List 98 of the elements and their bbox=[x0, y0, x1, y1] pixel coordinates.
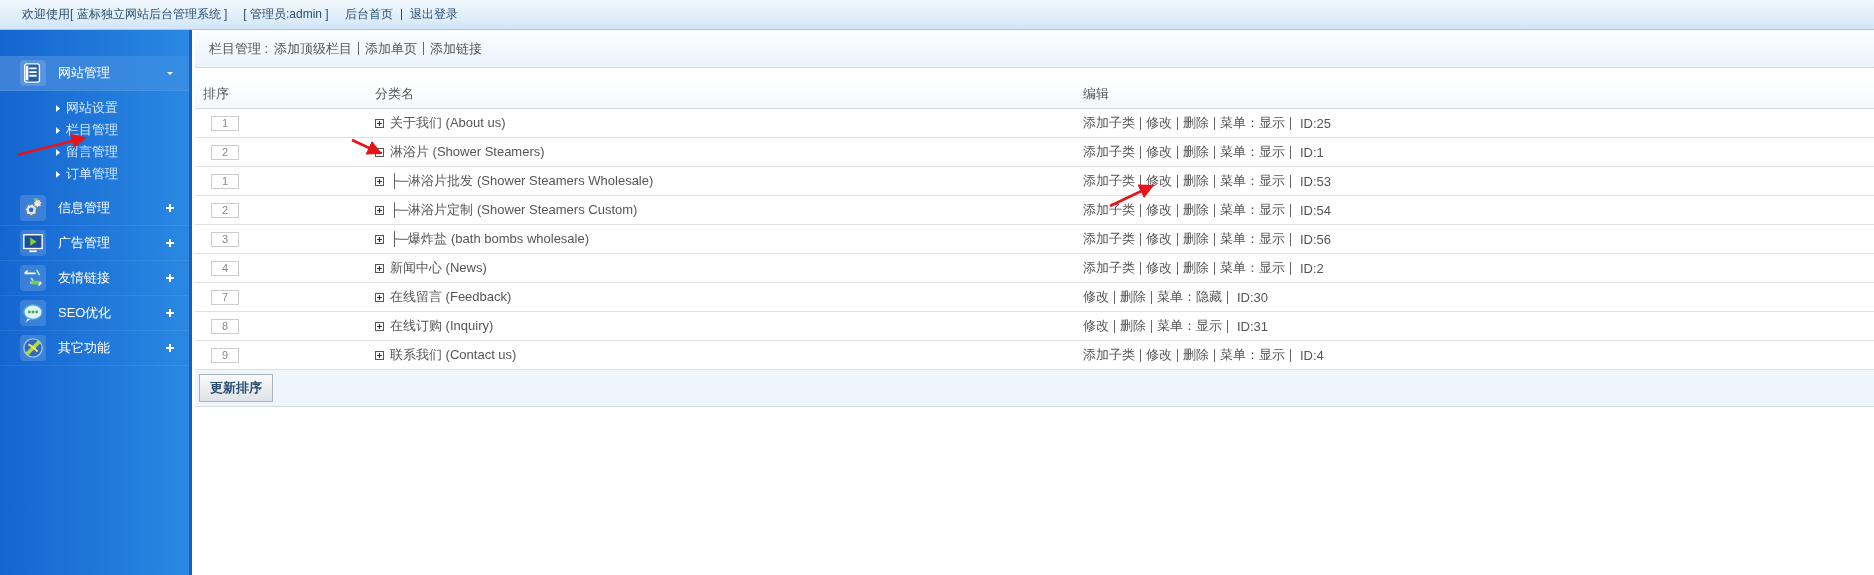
category-name: 新闻中心 (News) bbox=[390, 259, 487, 277]
action-link[interactable]: 修改 bbox=[1146, 114, 1172, 132]
action-link[interactable]: 删除 bbox=[1183, 201, 1209, 219]
collapse-icon[interactable] bbox=[375, 147, 384, 157]
chevron-icon bbox=[56, 148, 60, 156]
order-field[interactable]: 1 bbox=[211, 173, 239, 189]
welcome-text: 欢迎使用[ 蓝标独立网站后台管理系统 ] bbox=[22, 6, 228, 23]
submenu-item[interactable]: 订单管理 bbox=[56, 163, 189, 185]
category-name: 关于我们 (About us) bbox=[390, 114, 506, 132]
category-name: ├─爆炸盐 (bath bombs wholesale) bbox=[390, 230, 590, 248]
chevron-icon bbox=[56, 170, 60, 178]
expand-icon[interactable] bbox=[375, 350, 384, 360]
top-link[interactable]: 退出登录 bbox=[409, 6, 458, 23]
action-link[interactable]: 菜单：显示 bbox=[1157, 317, 1222, 335]
order-field[interactable]: 7 bbox=[211, 289, 239, 305]
category-name: ├─淋浴片定制 (Shower Steamers Custom) bbox=[390, 201, 638, 219]
action-link[interactable]: 添加子类 bbox=[1083, 114, 1135, 132]
category-name: 在线订购 (Inquiry) bbox=[390, 317, 494, 335]
action-link[interactable]: 修改 bbox=[1146, 201, 1172, 219]
menu-icon bbox=[20, 300, 46, 326]
menu-group[interactable]: 其它功能 bbox=[0, 331, 189, 366]
order-field[interactable]: 1 bbox=[211, 115, 239, 131]
top-link[interactable]: 后台首页 bbox=[344, 6, 393, 23]
id-label: ID:1 bbox=[1300, 144, 1324, 160]
expand-icon[interactable] bbox=[375, 118, 384, 128]
submenu-item[interactable]: 网站设置 bbox=[56, 97, 189, 119]
expand-icon[interactable] bbox=[375, 292, 384, 302]
expand-icon[interactable] bbox=[375, 205, 384, 215]
action-link[interactable]: 菜单：显示 bbox=[1220, 172, 1285, 190]
category-name: ├─淋浴片批发 (Shower Steamers Wholesale) bbox=[390, 172, 654, 190]
expand-icon[interactable] bbox=[375, 234, 384, 244]
expand-icon[interactable] bbox=[375, 263, 384, 273]
menu-group[interactable]: 信息管理 bbox=[0, 191, 189, 226]
category-name: 淋浴片 (Shower Steamers) bbox=[390, 143, 545, 161]
action-link[interactable]: 修改 bbox=[1083, 317, 1109, 335]
id-label: ID:25 bbox=[1300, 115, 1332, 131]
id-label: ID:4 bbox=[1300, 347, 1324, 363]
action-link[interactable]: 修改 bbox=[1146, 259, 1172, 277]
id-label: ID:53 bbox=[1300, 173, 1332, 189]
section-title: 栏目管理 : bbox=[209, 39, 269, 58]
action-link[interactable]: 删除 bbox=[1183, 143, 1209, 161]
submenu-item[interactable]: 栏目管理 bbox=[56, 119, 189, 141]
expand-icon[interactable] bbox=[375, 176, 384, 186]
action-link[interactable]: 菜单：显示 bbox=[1220, 346, 1285, 364]
order-field[interactable]: 2 bbox=[211, 144, 239, 160]
action-link[interactable]: 菜单：显示 bbox=[1220, 143, 1285, 161]
menu-group[interactable]: SEO优化 bbox=[0, 296, 189, 331]
action-link[interactable]: 添加子类 bbox=[1083, 346, 1135, 364]
action-link[interactable]: 菜单：隐藏 bbox=[1157, 288, 1222, 306]
action-link[interactable]: 添加顶级栏目 bbox=[274, 39, 353, 58]
admin-label: [ 管理员:admin ] bbox=[243, 6, 329, 23]
order-field[interactable]: 2 bbox=[211, 202, 239, 218]
id-label: ID:30 bbox=[1237, 289, 1269, 305]
order-field[interactable]: 4 bbox=[211, 260, 239, 276]
action-link[interactable]: 菜单：显示 bbox=[1220, 201, 1285, 219]
chevron-icon bbox=[56, 104, 60, 112]
action-link[interactable]: 修改 bbox=[1146, 143, 1172, 161]
action-link[interactable]: 删除 bbox=[1183, 172, 1209, 190]
action-link[interactable]: 添加子类 bbox=[1083, 172, 1135, 190]
menu-group[interactable]: 网站管理 bbox=[0, 56, 189, 91]
menu-group[interactable]: 友情链接 bbox=[0, 261, 189, 296]
id-label: ID:31 bbox=[1237, 318, 1269, 334]
order-field[interactable]: 9 bbox=[211, 347, 239, 363]
action-link[interactable]: 删除 bbox=[1183, 114, 1209, 132]
action-link[interactable]: 修改 bbox=[1083, 288, 1109, 306]
order-field[interactable]: 3 bbox=[211, 231, 239, 247]
id-label: ID:54 bbox=[1300, 202, 1332, 218]
action-link[interactable]: 菜单：显示 bbox=[1220, 114, 1285, 132]
menu-icon bbox=[20, 60, 46, 86]
menu-icon bbox=[20, 230, 46, 256]
action-link[interactable]: 删除 bbox=[1183, 259, 1209, 277]
expand-icon[interactable] bbox=[375, 321, 384, 331]
menu-icon bbox=[20, 265, 46, 291]
action-link[interactable]: 菜单：显示 bbox=[1220, 259, 1285, 277]
action-link[interactable]: 添加子类 bbox=[1083, 259, 1135, 277]
action-link[interactable]: 添加子类 bbox=[1083, 143, 1135, 161]
action-link[interactable]: 添加子类 bbox=[1083, 230, 1135, 248]
category-name: 在线留言 (Feedback) bbox=[390, 288, 512, 306]
category-name: 联系我们 (Contact us) bbox=[390, 346, 517, 364]
action-link[interactable]: 添加单页 bbox=[365, 39, 418, 58]
action-link[interactable]: 删除 bbox=[1120, 288, 1146, 306]
action-link[interactable]: 删除 bbox=[1183, 230, 1209, 248]
menu-icon bbox=[20, 195, 46, 221]
action-link[interactable]: 修改 bbox=[1146, 230, 1172, 248]
action-link[interactable]: 删除 bbox=[1120, 317, 1146, 335]
menu-group[interactable]: 广告管理 bbox=[0, 226, 189, 261]
annotation-arrow bbox=[351, 138, 383, 155]
order-field[interactable]: 8 bbox=[211, 318, 239, 334]
menu-icon bbox=[20, 335, 46, 361]
chevron-icon bbox=[56, 126, 60, 134]
id-label: ID:2 bbox=[1300, 260, 1324, 276]
action-link[interactable]: 添加链接 bbox=[430, 39, 483, 58]
action-link[interactable]: 修改 bbox=[1146, 346, 1172, 364]
action-link[interactable]: 菜单：显示 bbox=[1220, 230, 1285, 248]
update-order-button[interactable]: 更新排序 bbox=[199, 374, 273, 402]
action-link[interactable]: 删除 bbox=[1183, 346, 1209, 364]
submenu-item[interactable]: 留言管理 bbox=[56, 141, 189, 163]
id-label: ID:56 bbox=[1300, 231, 1332, 247]
